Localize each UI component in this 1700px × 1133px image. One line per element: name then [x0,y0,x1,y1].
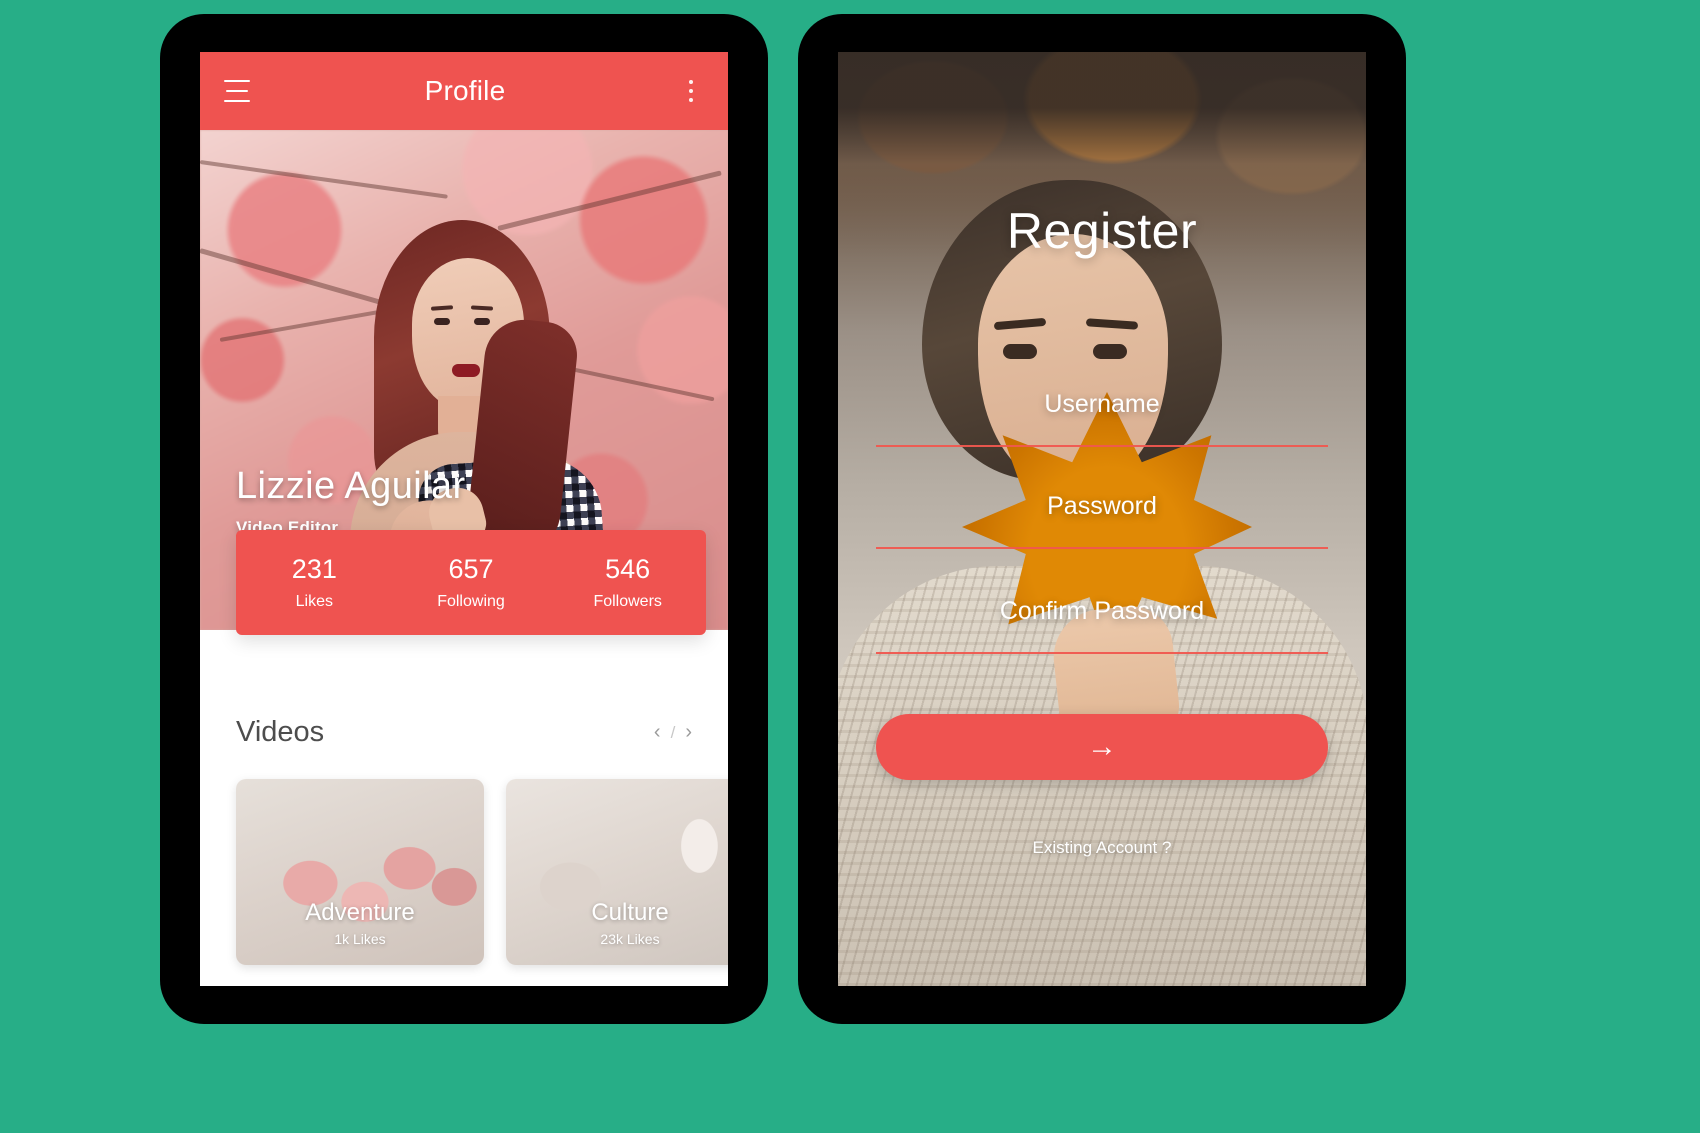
register-screen: Register Username Password Confirm Passw… [838,52,1366,986]
videos-title: Videos [236,716,325,748]
arrow-right-icon: → [1087,730,1117,763]
field-underline [876,547,1328,549]
stat-value: 231 [291,554,337,584]
stat-label: Likes [295,593,334,610]
stat-value: 546 [605,554,651,584]
chevron-left-icon[interactable]: ‹ [654,721,661,744]
stat-label: Followers [593,593,662,610]
stats-card: 231 Likes 657 Following 546 Followers [236,530,706,635]
password-field[interactable]: Password [876,492,1328,549]
phone-frame-right: Register Username Password Confirm Passw… [798,14,1406,1024]
field-underline [876,445,1328,447]
hamburger-menu-icon[interactable] [224,80,252,102]
pager-separator: / [670,722,676,742]
video-card-list: Adventure 1k Likes Culture 23k Likes [200,749,728,965]
existing-account-link[interactable]: Existing Account ? [838,838,1366,858]
register-submit-button[interactable]: → [876,714,1328,780]
stat-likes[interactable]: 231 Likes [236,530,393,635]
profile-screen: Profile Lizzie Aguilar Video Editor 231 … [200,52,728,986]
profile-identity: Lizzie Aguilar Video Editor [236,465,466,538]
field-underline [876,652,1328,654]
profile-name: Lizzie Aguilar [236,465,466,507]
phone-frame-left: Profile Lizzie Aguilar Video Editor 231 … [160,14,768,1024]
register-form-overlay: Register Username Password Confirm Passw… [838,52,1366,986]
register-title: Register [1006,203,1198,259]
video-card-title: Adventure [305,899,415,926]
username-field[interactable]: Username [876,390,1328,447]
chevron-right-icon[interactable]: › [685,721,692,744]
stat-value: 657 [448,554,494,584]
video-card-title: Culture [591,899,669,926]
video-card[interactable]: Culture 23k Likes [506,779,728,965]
profile-body: Videos ‹ / › Adventure 1k Likes Culture … [200,630,728,965]
stat-label: Following [437,593,505,610]
videos-section-header: Videos ‹ / › [200,716,728,749]
video-card-likes: 1k Likes [334,931,386,947]
videos-pager: ‹ / › [654,721,692,744]
confirm-password-field[interactable]: Confirm Password [876,597,1328,654]
video-card[interactable]: Adventure 1k Likes [236,779,484,965]
more-vertical-icon[interactable] [678,78,704,104]
page-title: Profile [424,75,506,106]
profile-appbar: Profile [200,52,728,130]
video-card-likes: 23k Likes [600,931,660,947]
confirm-password-label: Confirm Password [999,597,1205,625]
username-label: Username [1044,390,1160,418]
password-label: Password [1047,492,1157,520]
stat-following[interactable]: 657 Following [393,530,550,635]
stat-followers[interactable]: 546 Followers [549,530,706,635]
